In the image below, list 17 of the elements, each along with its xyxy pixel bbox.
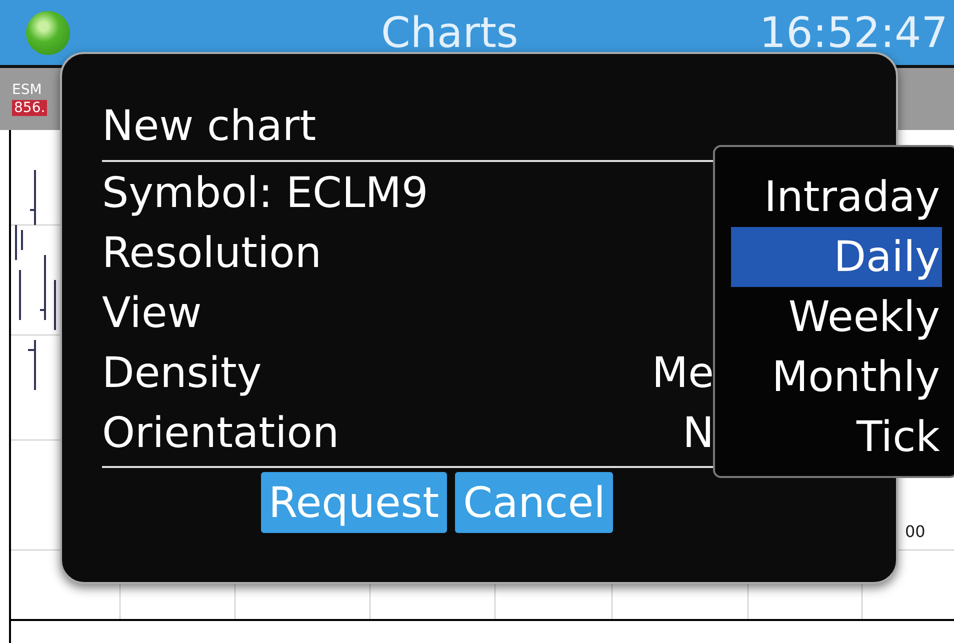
setting-value: N: [682, 408, 714, 456]
dropdown-option[interactable]: Intraday: [731, 167, 942, 227]
setting-label[interactable]: Symbol: ECLM9: [102, 168, 428, 216]
axis-label: 00: [905, 522, 926, 541]
setting-label[interactable]: Density: [102, 348, 262, 396]
dropdown-option[interactable]: Daily: [731, 227, 942, 287]
setting-label[interactable]: Resolution: [102, 228, 322, 276]
price-tag: 856.: [12, 100, 48, 116]
dropdown-option[interactable]: Tick: [731, 407, 942, 467]
setting-label[interactable]: Orientation: [102, 408, 340, 456]
symbol-label: ESM: [12, 82, 43, 98]
clock-time: 16:52:47: [759, 8, 948, 57]
dropdown-option[interactable]: Weekly: [731, 287, 942, 347]
setting-label[interactable]: View: [102, 288, 202, 336]
dropdown-option[interactable]: Monthly: [731, 347, 942, 407]
setting-value: Me: [652, 348, 714, 396]
screen-title: Charts: [380, 8, 520, 57]
